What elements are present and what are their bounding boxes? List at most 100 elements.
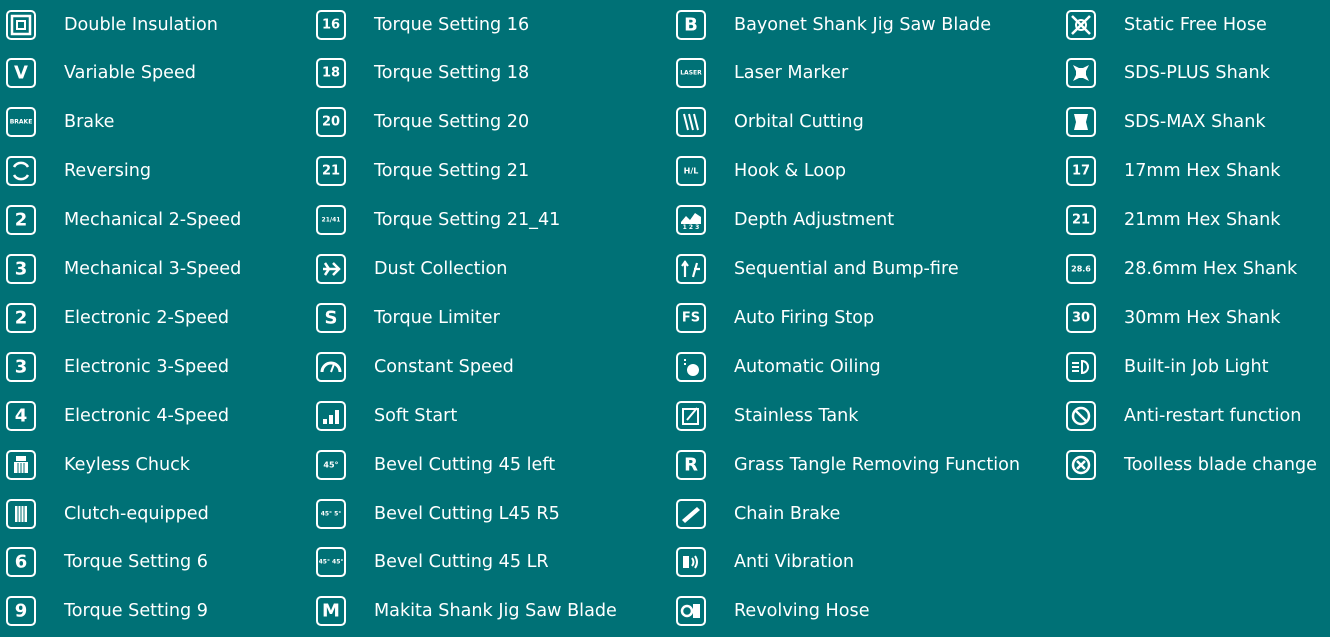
legend-item: 3 Mechanical 3-Speed xyxy=(6,245,241,294)
svg-text:28.6: 28.6 xyxy=(1071,265,1091,274)
hex-28-6mm-shank-icon: 28.6 xyxy=(1066,254,1096,284)
svg-text:H/L: H/L xyxy=(684,167,699,176)
auto-firing-stop-icon: FS xyxy=(676,302,706,333)
svg-text:LASER: LASER xyxy=(680,70,702,77)
legend-item-label: Orbital Cutting xyxy=(734,112,864,133)
legend-item-label: Built-in Job Light xyxy=(1124,356,1269,377)
torque-setting-20-icon: 20 xyxy=(316,107,346,138)
svg-text:B: B xyxy=(684,14,698,35)
legend-item: Static Free Hose xyxy=(1066,0,1267,49)
svg-text:45°: 45° xyxy=(323,460,338,469)
legend-item-label: Chain Brake xyxy=(734,503,841,524)
svg-text:M: M xyxy=(322,601,340,622)
torque-limiter-icon: S xyxy=(316,302,346,333)
svg-text:2: 2 xyxy=(15,210,28,231)
svg-text:FS: FS xyxy=(682,310,700,325)
torque-setting-18-icon: 18 xyxy=(316,58,346,89)
svg-text:21: 21 xyxy=(322,164,340,179)
keyless-chuck-icon xyxy=(6,449,36,480)
double-insulation-icon xyxy=(6,9,36,40)
static-free-hose-icon xyxy=(1066,9,1096,40)
torque-setting-21-41-icon: 21/41 xyxy=(316,205,346,236)
legend-item: Anti-restart function xyxy=(1066,391,1301,440)
legend-item: 6 Torque Setting 6 xyxy=(6,538,208,587)
anti-vibration-icon xyxy=(676,547,706,578)
legend-item-label: Anti Vibration xyxy=(734,552,854,573)
legend-item-label: Makita Shank Jig Saw Blade xyxy=(374,601,617,622)
legend-item: 2 Electronic 2-Speed xyxy=(6,293,229,342)
legend-item: SDS-MAX Shank xyxy=(1066,98,1266,147)
legend-item: Double Insulation xyxy=(6,0,218,49)
hex-17mm-shank-icon: 17 xyxy=(1066,156,1096,187)
legend-item-label: Anti-restart function xyxy=(1124,405,1302,426)
dust-collection-icon xyxy=(316,254,346,284)
legend-item: 4 Electronic 4-Speed xyxy=(6,391,229,440)
legend-item: Anti Vibration xyxy=(676,538,854,587)
legend-item: Constant Speed xyxy=(316,342,514,391)
legend-item: Dust Collection xyxy=(316,245,507,294)
soft-start-icon xyxy=(316,400,346,431)
stainless-tank-icon xyxy=(676,400,706,431)
legend-item-label: Mechanical 3-Speed xyxy=(64,259,242,279)
svg-text:3: 3 xyxy=(15,259,28,280)
hex-30mm-shank-icon: 30 xyxy=(1066,302,1096,333)
torque-setting-21-icon: 21 xyxy=(316,156,346,187)
legend-item: 2 Mechanical 2-Speed xyxy=(6,196,241,245)
legend-item: Orbital Cutting xyxy=(676,98,864,147)
hex-21mm-shank-icon: 21 xyxy=(1066,205,1096,236)
legend-item-label: Sequential and Bump-fire xyxy=(734,259,959,279)
bevel-45-left-icon: 45° xyxy=(316,449,346,480)
legend-item: Keyless Chuck xyxy=(6,440,190,489)
legend-item: H/L Hook & Loop xyxy=(676,147,846,196)
torque-setting-6-icon: 6 xyxy=(6,547,36,578)
legend-item: Automatic Oiling xyxy=(676,342,881,391)
legend-item: 45° 45° Bevel Cutting 45 LR xyxy=(316,538,549,587)
legend-item: 9 Torque Setting 9 xyxy=(6,587,208,636)
legend-item: Toolless blade change xyxy=(1066,440,1317,489)
legend-item: 30 30mm Hex Shank xyxy=(1066,293,1280,342)
legend-item: 45° Bevel Cutting 45 left xyxy=(316,440,555,489)
legend-item: 1 2 3 Depth Adjustment xyxy=(676,196,894,245)
bevel-45-lr-icon: 45° 45° xyxy=(316,547,346,578)
svg-text:45° 5°: 45° 5° xyxy=(321,510,342,517)
legend-item-label: 17mm Hex Shank xyxy=(1124,161,1281,182)
legend-item-label: Electronic 2-Speed xyxy=(64,307,230,328)
svg-text:2: 2 xyxy=(15,307,28,328)
legend-item-label: Mechanical 2-Speed xyxy=(64,210,242,231)
legend-item: Soft Start xyxy=(316,391,457,440)
legend-item: 21 Torque Setting 21 xyxy=(316,147,529,196)
legend-item: Built-in Job Light xyxy=(1066,342,1269,391)
hook-and-loop-icon: H/L xyxy=(676,156,706,187)
legend-item: FS Auto Firing Stop xyxy=(676,293,874,342)
legend-item: 17 17mm Hex Shank xyxy=(1066,147,1280,196)
anti-restart-icon xyxy=(1066,400,1096,431)
clutch-icon xyxy=(6,498,36,529)
svg-text:9: 9 xyxy=(15,601,28,622)
legend-item-label: Revolving Hose xyxy=(734,601,870,622)
legend-item: Revolving Hose xyxy=(676,587,870,636)
legend-item-label: Torque Setting 6 xyxy=(64,552,208,573)
legend-item-label: Variable Speed xyxy=(64,63,196,84)
electronic-3-speed-icon: 3 xyxy=(6,351,36,382)
legend-item-label: Soft Start xyxy=(374,405,458,426)
mechanical-2-speed-icon: 2 xyxy=(6,205,36,236)
legend-item: Sequential and Bump-fire xyxy=(676,245,959,294)
legend-item-label: Static Free Hose xyxy=(1124,14,1267,35)
legend-item-label: Electronic 3-Speed xyxy=(64,356,230,377)
svg-text:4: 4 xyxy=(15,405,28,426)
variable-speed-icon: V xyxy=(6,58,36,89)
laser-marker-icon: LASER xyxy=(676,58,706,89)
svg-text:17: 17 xyxy=(1072,164,1090,179)
legend-item: Clutch-equipped xyxy=(6,489,209,538)
svg-text:BRAKE: BRAKE xyxy=(10,119,33,126)
legend-item: 3 Electronic 3-Speed xyxy=(6,342,229,391)
legend-item: 18 Torque Setting 18 xyxy=(316,49,529,98)
legend-item-label: Grass Tangle Removing Function xyxy=(734,454,1021,475)
svg-text:3: 3 xyxy=(15,356,28,377)
legend-item-label: Torque Setting 20 xyxy=(374,112,530,133)
svg-text:16: 16 xyxy=(322,17,340,32)
svg-text:R: R xyxy=(684,454,698,475)
legend-item-label: Constant Speed xyxy=(374,356,514,377)
automatic-oiling-icon xyxy=(676,351,706,382)
grass-tangle-removing-icon: R xyxy=(676,449,706,480)
